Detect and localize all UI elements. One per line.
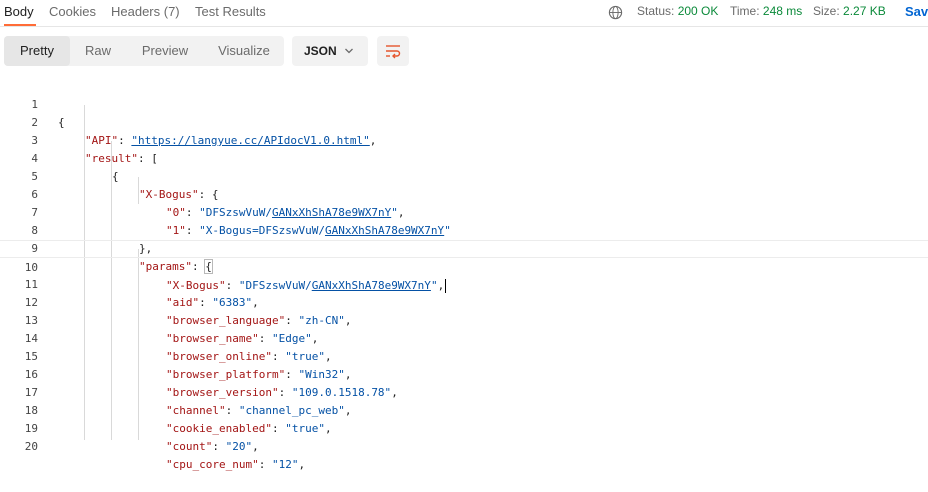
- code-line: 17 "channel": "channel_pc_web",: [0, 366, 928, 417]
- code-line: 6 "0": "DFSzswVuW/GANxXhShA78e9WX7nY",: [0, 168, 928, 219]
- view-raw-button[interactable]: Raw: [70, 36, 126, 66]
- active-tab-indicator: [4, 24, 36, 26]
- tab-headers[interactable]: Headers (7): [111, 4, 180, 19]
- code-line: 7 "1": "X-Bogus=DFSzswVuW/GANxXhShA78e9W…: [0, 186, 928, 237]
- format-select[interactable]: JSON: [292, 36, 368, 66]
- code-line: 8 },: [0, 204, 928, 255]
- code-line: 19 "count": "20",: [0, 402, 928, 453]
- code-line: 11 "aid": "6383",: [0, 258, 928, 309]
- size-value: 2.27 KB: [843, 4, 886, 18]
- code-line: 14 "browser_online": "true",: [0, 312, 928, 363]
- code-text: "cpu_core_num": "12",: [166, 458, 306, 471]
- code-line: 1 {: [0, 78, 928, 129]
- code-line: 12 "browser_language": "zh-CN",: [0, 276, 928, 327]
- code-line: 4 {: [0, 132, 928, 183]
- line-number: 20: [24, 440, 38, 453]
- size-indicator[interactable]: Size: 2.27 KB: [813, 4, 886, 18]
- save-response-button[interactable]: Save: [905, 4, 928, 19]
- view-mode-group: Pretty Raw Preview Visualize: [4, 36, 284, 66]
- code-line: 5 "X-Bogus": {: [0, 150, 928, 201]
- code-line: 13 "browser_name": "Edge",: [0, 294, 928, 345]
- tab-test-results[interactable]: Test Results: [195, 4, 266, 19]
- time-value: 248 ms: [762, 4, 803, 18]
- status-value: 200 OK: [677, 4, 719, 18]
- code-line-active: 10 "X-Bogus": "DFSzswVuW/GANxXhShA78e9WX…: [0, 240, 928, 293]
- code-line: 3 "result": [: [0, 114, 928, 165]
- code-line: 2 "API": "https://langyue.cc/APIdocV1.0.…: [0, 96, 928, 147]
- format-select-value: JSON: [304, 44, 337, 58]
- code-line: 9 "params": {: [0, 222, 928, 274]
- size-label: Size:: [813, 4, 840, 18]
- response-toolbar: Pretty Raw Preview Visualize JSON: [0, 36, 928, 68]
- chevron-down-icon: [345, 48, 353, 54]
- view-preview-button[interactable]: Preview: [126, 36, 204, 66]
- tab-cookies[interactable]: Cookies: [49, 4, 96, 19]
- view-pretty-button[interactable]: Pretty: [4, 36, 70, 66]
- time-indicator[interactable]: Time: 248 ms: [730, 4, 802, 18]
- status-label: Status:: [637, 4, 675, 18]
- globe-icon[interactable]: [608, 5, 623, 20]
- wrap-lines-button[interactable]: [377, 36, 409, 66]
- tab-body[interactable]: Body: [4, 4, 34, 19]
- code-line: 18 "cookie_enabled": "true",: [0, 384, 928, 435]
- code-line: 15 "browser_platform": "Win32",: [0, 330, 928, 381]
- view-visualize-button[interactable]: Visualize: [204, 36, 284, 66]
- time-label: Time:: [730, 4, 760, 18]
- response-tabs: Body Cookies Headers (7) Test Results St…: [0, 0, 928, 27]
- code-line: 16 "browser_version": "109.0.1518.78",: [0, 348, 928, 399]
- code-text: "count": "20",: [166, 440, 259, 453]
- wrap-lines-icon: [386, 45, 401, 59]
- response-body-editor[interactable]: 1 { 2 "API": "https://langyue.cc/APIdocV…: [0, 78, 928, 471]
- status-indicator[interactable]: Status: 200 OK: [637, 4, 718, 18]
- code-line: 20 "cpu_core_num": "12",: [0, 420, 928, 471]
